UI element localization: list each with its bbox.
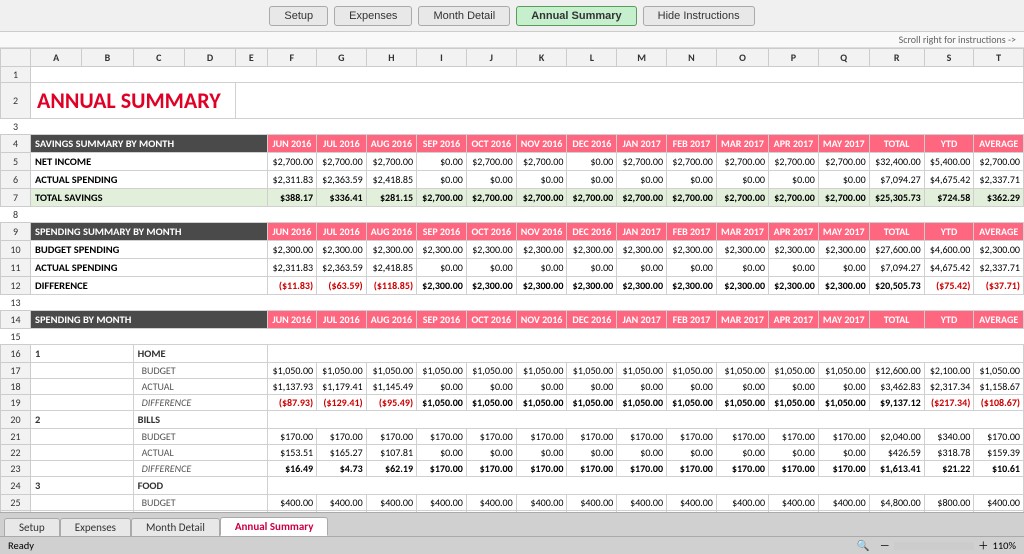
status-ready: Ready xyxy=(8,539,34,552)
setup-button[interactable]: Setup xyxy=(269,6,328,26)
zoom-minus[interactable]: － xyxy=(880,538,891,553)
col-header-b: B xyxy=(82,49,133,67)
col-header-j: J xyxy=(466,49,516,67)
spending-summary-header-row: 9 SPENDING SUMMARY BY MONTH JUN 2016JUL … xyxy=(1,223,1024,241)
month-col-5: OCT 2016 xyxy=(466,135,516,153)
annual-summary-button[interactable]: Annual Summary xyxy=(516,6,636,26)
sheet-tabs: Setup Expenses Month Detail Annual Summa… xyxy=(0,512,1024,536)
home-diff-row: 19 DIFFERENCE ($87.93)($129.41)($95.49) … xyxy=(1,395,1024,411)
hide-instructions-button[interactable]: Hide Instructions xyxy=(643,6,755,26)
zoom-plus[interactable]: ＋ xyxy=(978,538,989,553)
month-col-7: DEC 2016 xyxy=(567,135,617,153)
total-savings-label: TOTAL SAVINGS xyxy=(31,189,268,207)
col-header-m: M xyxy=(617,49,667,67)
net-income-label: NET INCOME xyxy=(31,153,268,171)
col-header-t: T xyxy=(974,49,1024,67)
month-col-12: MAY 2017 xyxy=(818,135,869,153)
food-cat-row: 24 3 FOOD xyxy=(1,477,1024,495)
actual-spending-label: ACTUAL SPENDING xyxy=(31,171,268,189)
savings-header-row: 4 SAVINGS SUMMARY BY MONTH JUN 2016 JUL … xyxy=(1,135,1024,153)
main-table: A B C D E F G H I J K L M N O P Q xyxy=(0,48,1024,512)
col-header-h: H xyxy=(366,49,416,67)
month-col-3: AUG 2016 xyxy=(366,135,416,153)
zoom-icon: 🔍 xyxy=(856,539,869,552)
net-income-row: 5 NET INCOME $2,700.00$2,700.00$2,700.00… xyxy=(1,153,1024,171)
spending-by-month-header-row: 14 SPENDING BY MONTH JUN 2016JUL 2016AUG… xyxy=(1,311,1024,329)
tab-expenses[interactable]: Expenses xyxy=(60,518,131,536)
col-header-rownum xyxy=(1,49,31,67)
tab-month-detail[interactable]: Month Detail xyxy=(131,518,220,536)
toolbar: Setup Expenses Month Detail Annual Summa… xyxy=(0,0,1024,32)
col-header-r: R xyxy=(869,49,924,67)
col-header-k: K xyxy=(516,49,567,67)
bills-cat-row: 20 2 BILLS xyxy=(1,411,1024,429)
bills-actual-row: 22 ACTUAL $153.51$165.27$107.81$0.00 $0.… xyxy=(1,445,1024,461)
spending-by-month-header: SPENDING BY MONTH xyxy=(31,311,268,329)
col-header-p: P xyxy=(769,49,819,67)
bills-diff-row: 23 DIFFERENCE $16.49$4.73$62.19 $170.00$… xyxy=(1,461,1024,477)
status-bar: Ready 🔍 － ＋ 110% xyxy=(0,536,1024,554)
status-right: 🔍 － ＋ 110% xyxy=(856,538,1016,553)
col-header-g: G xyxy=(317,49,367,67)
col-header-c: C xyxy=(133,49,184,67)
month-detail-button[interactable]: Month Detail xyxy=(418,6,510,26)
zoom-slider[interactable] xyxy=(894,542,974,550)
actual-spending-savings-row: 6 ACTUAL SPENDING $2,311.83$2,363.59$2,4… xyxy=(1,171,1024,189)
difference-row: 12 DIFFERENCE ($11.83)($63.59)($118.85) … xyxy=(1,277,1024,295)
month-col-avg: AVERAGE xyxy=(974,135,1024,153)
col-header-o: O xyxy=(716,49,768,67)
month-col-ytd: YTD xyxy=(924,135,974,153)
col-header-f: F xyxy=(267,49,317,67)
month-col-1: JUN 2016 xyxy=(267,135,317,153)
zoom-level: － ＋ 110% xyxy=(880,538,1016,553)
home-cat-row: 16 1 HOME xyxy=(1,345,1024,363)
month-col-9: FEB 2017 xyxy=(667,135,717,153)
row-1: 1 xyxy=(1,67,1024,83)
month-col-11: APR 2017 xyxy=(769,135,819,153)
bills-budget-row: 21 BUDGET $170.00$170.00$170.00$170.00 $… xyxy=(1,429,1024,445)
col-header-d: D xyxy=(184,49,235,67)
col-header-a: A xyxy=(31,49,82,67)
row-3: 3 xyxy=(1,119,1024,135)
col-header-l: L xyxy=(567,49,617,67)
expenses-button[interactable]: Expenses xyxy=(334,6,412,26)
month-col-8: JAN 2017 xyxy=(617,135,667,153)
food-budget-row: 25 BUDGET $400.00$400.00$400.00$400.00 $… xyxy=(1,495,1024,511)
spreadsheet[interactable]: A B C D E F G H I J K L M N O P Q xyxy=(0,48,1024,512)
scroll-note: Scroll right for instructions -> xyxy=(0,32,1024,48)
row-15: 15 xyxy=(1,329,1024,345)
tab-setup[interactable]: Setup xyxy=(4,518,60,536)
month-col-total: TOTAL xyxy=(869,135,924,153)
savings-section-header: SAVINGS SUMMARY BY MONTH xyxy=(31,135,268,153)
page-title: ANNUAL SUMMARY xyxy=(31,83,236,119)
total-savings-row: 7 TOTAL SAVINGS $388.17$336.41$281.15$2,… xyxy=(1,189,1024,207)
col-header-i: I xyxy=(417,49,467,67)
row-13: 13 xyxy=(1,295,1024,311)
month-col-2: JUL 2016 xyxy=(317,135,367,153)
spending-summary-header: SPENDING SUMMARY BY MONTH xyxy=(31,223,268,241)
col-header-q: Q xyxy=(818,49,869,67)
budget-spending-row: 10 BUDGET SPENDING $2,300.00$2,300.00$2,… xyxy=(1,241,1024,259)
col-header-s: S xyxy=(924,49,974,67)
home-actual-row: 18 ACTUAL $1,137.93$1,179.41$1,145.49$0.… xyxy=(1,379,1024,395)
col-header-n: N xyxy=(667,49,717,67)
row-2-title: 2 ANNUAL SUMMARY xyxy=(1,83,1024,119)
zoom-value: 110% xyxy=(993,539,1016,552)
app-container: Setup Expenses Month Detail Annual Summa… xyxy=(0,0,1024,554)
home-budget-row: 17 BUDGET $1,050.00$1,050.00$1,050.00$1,… xyxy=(1,363,1024,379)
month-col-10: MAR 2017 xyxy=(716,135,768,153)
row-8: 8 xyxy=(1,207,1024,223)
month-col-4: SEP 2016 xyxy=(417,135,467,153)
month-col-6: NOV 2016 xyxy=(516,135,567,153)
actual-spending-row: 11 ACTUAL SPENDING $2,311.83$2,363.59$2,… xyxy=(1,259,1024,277)
tab-annual-summary[interactable]: Annual Summary xyxy=(220,517,329,536)
col-header-e: E xyxy=(236,49,267,67)
